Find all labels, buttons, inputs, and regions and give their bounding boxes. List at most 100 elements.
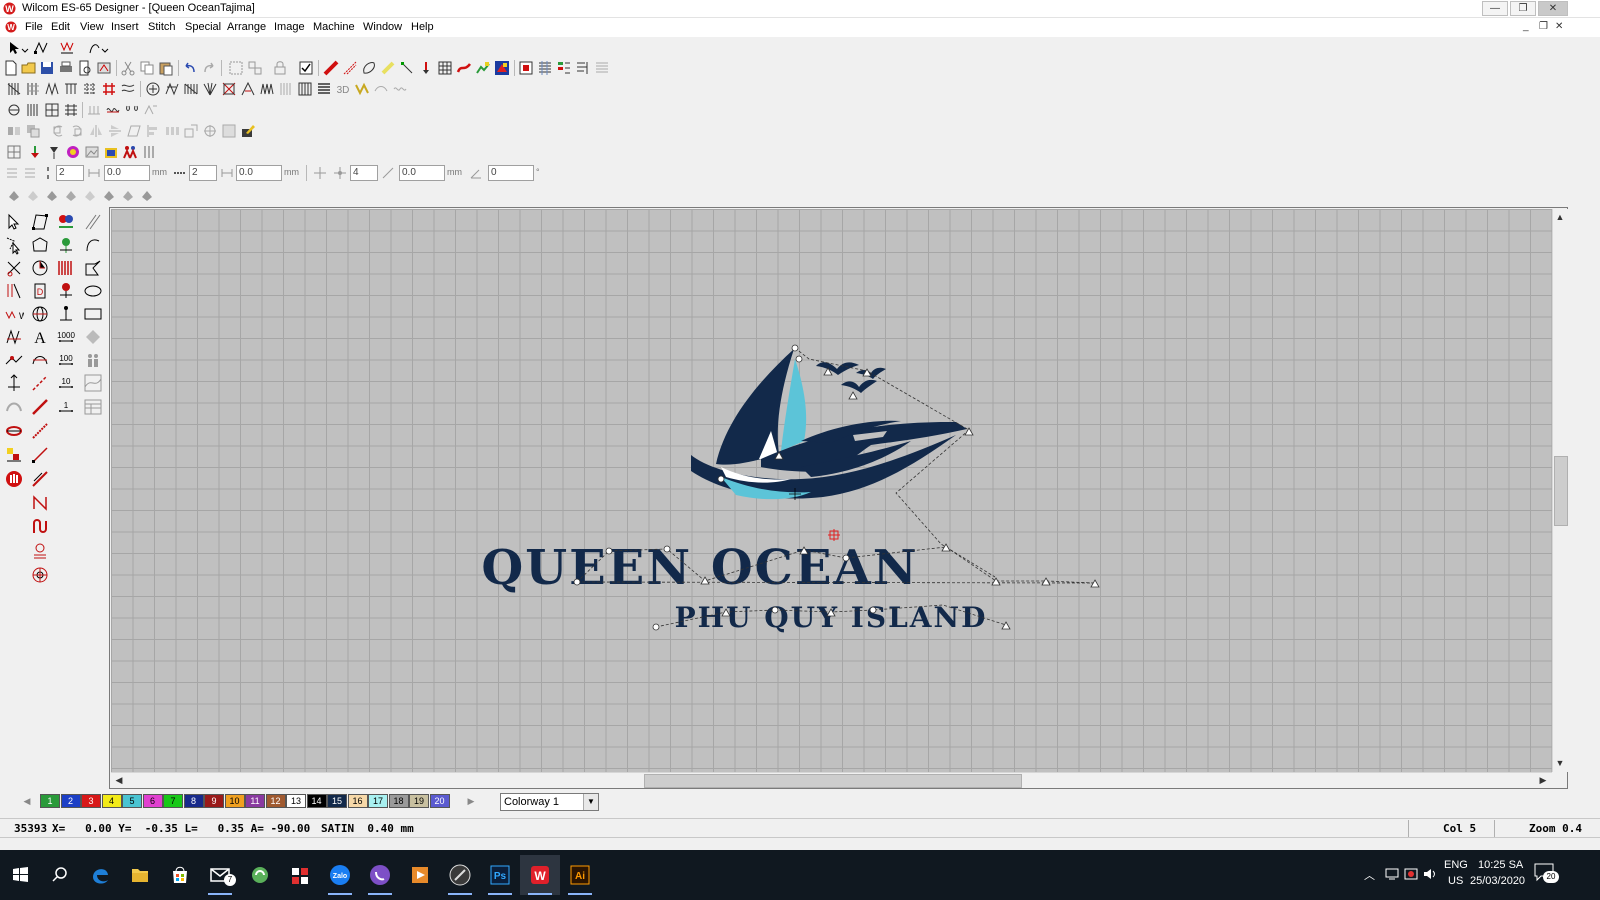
pattern-fill-icon[interactable] (183, 81, 199, 97)
arrange-icon[interactable] (221, 123, 237, 139)
split-icon[interactable] (141, 144, 157, 160)
trueview-icon[interactable] (494, 60, 510, 76)
video-player-icon[interactable] (400, 855, 440, 895)
color-wheel-icon[interactable] (65, 144, 81, 160)
palette-next-icon[interactable]: ▶ (464, 794, 478, 808)
color-film-icon[interactable] (475, 60, 491, 76)
scroll-down-icon[interactable]: ▼ (1553, 756, 1567, 770)
design-subtitle[interactable]: PHU QUY ISLAND (675, 601, 988, 634)
run-icon[interactable] (6, 102, 22, 118)
star-fill-icon[interactable] (221, 81, 237, 97)
spin-2-input[interactable]: 0.0 (104, 165, 150, 181)
number-1000-icon[interactable]: 1000 (56, 327, 76, 347)
fancy-fill-icon[interactable] (82, 81, 98, 97)
view-8-icon[interactable] (139, 187, 155, 203)
color-swatch-13[interactable]: 13 (286, 794, 306, 808)
backstitch-icon[interactable] (44, 102, 60, 118)
color-swatch-8[interactable]: 8 (183, 794, 204, 808)
spin-5-input[interactable]: 4 (350, 165, 378, 181)
stitch-edit-icon[interactable] (4, 281, 24, 301)
menu-window[interactable]: Window (363, 21, 402, 33)
rectangle-icon[interactable] (83, 304, 103, 324)
digitize-icon[interactable]: D (30, 281, 50, 301)
view-3-icon[interactable] (44, 187, 60, 203)
menu-view[interactable]: View (80, 21, 104, 33)
show-grid-icon[interactable] (437, 60, 453, 76)
wave-fill-icon[interactable] (120, 81, 136, 97)
number-1-icon[interactable]: 1 (56, 397, 76, 417)
stemstitch-icon[interactable] (63, 102, 79, 118)
reshape-tool-icon[interactable] (30, 212, 50, 232)
viber-app[interactable] (360, 855, 400, 895)
paste-icon[interactable] (158, 60, 174, 76)
mdi-restore-button[interactable]: ❐ (1539, 21, 1548, 32)
outline-mode-icon[interactable] (87, 40, 109, 56)
elements-icon[interactable] (56, 281, 76, 301)
nudge-icon[interactable] (332, 165, 348, 181)
show-images-icon[interactable] (380, 60, 396, 76)
fill-stitch-icon[interactable] (4, 327, 24, 347)
run-line-icon[interactable] (30, 373, 50, 393)
travel-icon[interactable] (4, 350, 24, 370)
move-icon[interactable] (312, 165, 328, 181)
zalo-app[interactable]: Zalo (320, 855, 360, 895)
photoshop-app[interactable]: Ps (480, 855, 520, 895)
skew-icon[interactable] (126, 123, 142, 139)
show-repeats-icon[interactable] (456, 60, 472, 76)
length-icon[interactable] (86, 165, 102, 181)
show-outlines-icon[interactable] (361, 60, 377, 76)
scroll-right-icon[interactable]: ▶ (1536, 773, 1550, 787)
menu-edit[interactable]: Edit (51, 21, 70, 33)
ungroup-icon[interactable] (247, 60, 263, 76)
color-change-icon[interactable] (4, 445, 24, 465)
spin-7-input[interactable]: 0 (488, 165, 534, 181)
raised-satin-icon[interactable] (354, 81, 370, 97)
illustrator-app[interactable]: Ai (560, 855, 600, 895)
color-swatch-2[interactable]: 2 (60, 794, 81, 808)
stitch-mode-icon[interactable] (59, 40, 81, 56)
mirror-icon[interactable] (6, 123, 22, 139)
spacing-icon[interactable] (40, 165, 56, 181)
menu-file[interactable]: File (25, 21, 43, 33)
undo-icon[interactable] (182, 60, 198, 76)
team-icon[interactable] (83, 350, 103, 370)
menu-arrange[interactable]: Arrange (227, 21, 266, 33)
applique-icon[interactable] (240, 123, 256, 139)
step-icon[interactable] (380, 165, 396, 181)
trapunto-icon[interactable] (145, 81, 161, 97)
stitch-angle-icon[interactable] (22, 165, 38, 181)
program-split-icon[interactable] (63, 81, 79, 97)
stop-icon[interactable] (4, 469, 24, 489)
number-100-icon[interactable]: 100 (56, 350, 76, 370)
check-icon[interactable] (298, 60, 314, 76)
color-swatch-5[interactable]: 5 (122, 794, 142, 808)
color-swatch-18[interactable]: 18 (388, 794, 409, 808)
vertical-scrollbar[interactable]: ▲ ▼ (1552, 209, 1568, 772)
sequence-icon[interactable] (556, 60, 572, 76)
scroll-up-icon[interactable]: ▲ (1553, 210, 1567, 224)
new-icon[interactable] (3, 60, 19, 76)
cutwork-icon[interactable] (373, 81, 389, 97)
mdi-close-button[interactable]: ✕ (1555, 21, 1563, 32)
3d-fill-icon[interactable]: 3D (335, 81, 351, 97)
spin-4-input[interactable]: 0.0 (236, 165, 282, 181)
color-swatch-3[interactable]: 3 (81, 794, 101, 808)
horizontal-scroll-thumb[interactable] (644, 774, 1022, 788)
spin-1-input[interactable]: 2 (56, 165, 84, 181)
stipple-icon[interactable] (316, 81, 332, 97)
offset-icon[interactable] (219, 165, 235, 181)
spiral-fill-icon[interactable] (240, 81, 256, 97)
open-icon[interactable] (21, 60, 37, 76)
mdi-minimize-button[interactable]: _ (1523, 21, 1529, 32)
palette-prev-icon[interactable]: ◀ (20, 794, 34, 808)
needle-icon[interactable] (46, 144, 62, 160)
chenille-icon[interactable] (392, 81, 408, 97)
zigzag-icon[interactable] (44, 81, 60, 97)
view-7-icon[interactable] (120, 187, 136, 203)
show-functions-icon[interactable] (418, 60, 434, 76)
satin-icon[interactable] (6, 81, 22, 97)
sculpture-fill-icon[interactable] (278, 81, 294, 97)
view-4-icon[interactable] (63, 187, 79, 203)
color-swatch-19[interactable]: 19 (409, 794, 429, 808)
anchor-icon[interactable] (56, 304, 76, 324)
